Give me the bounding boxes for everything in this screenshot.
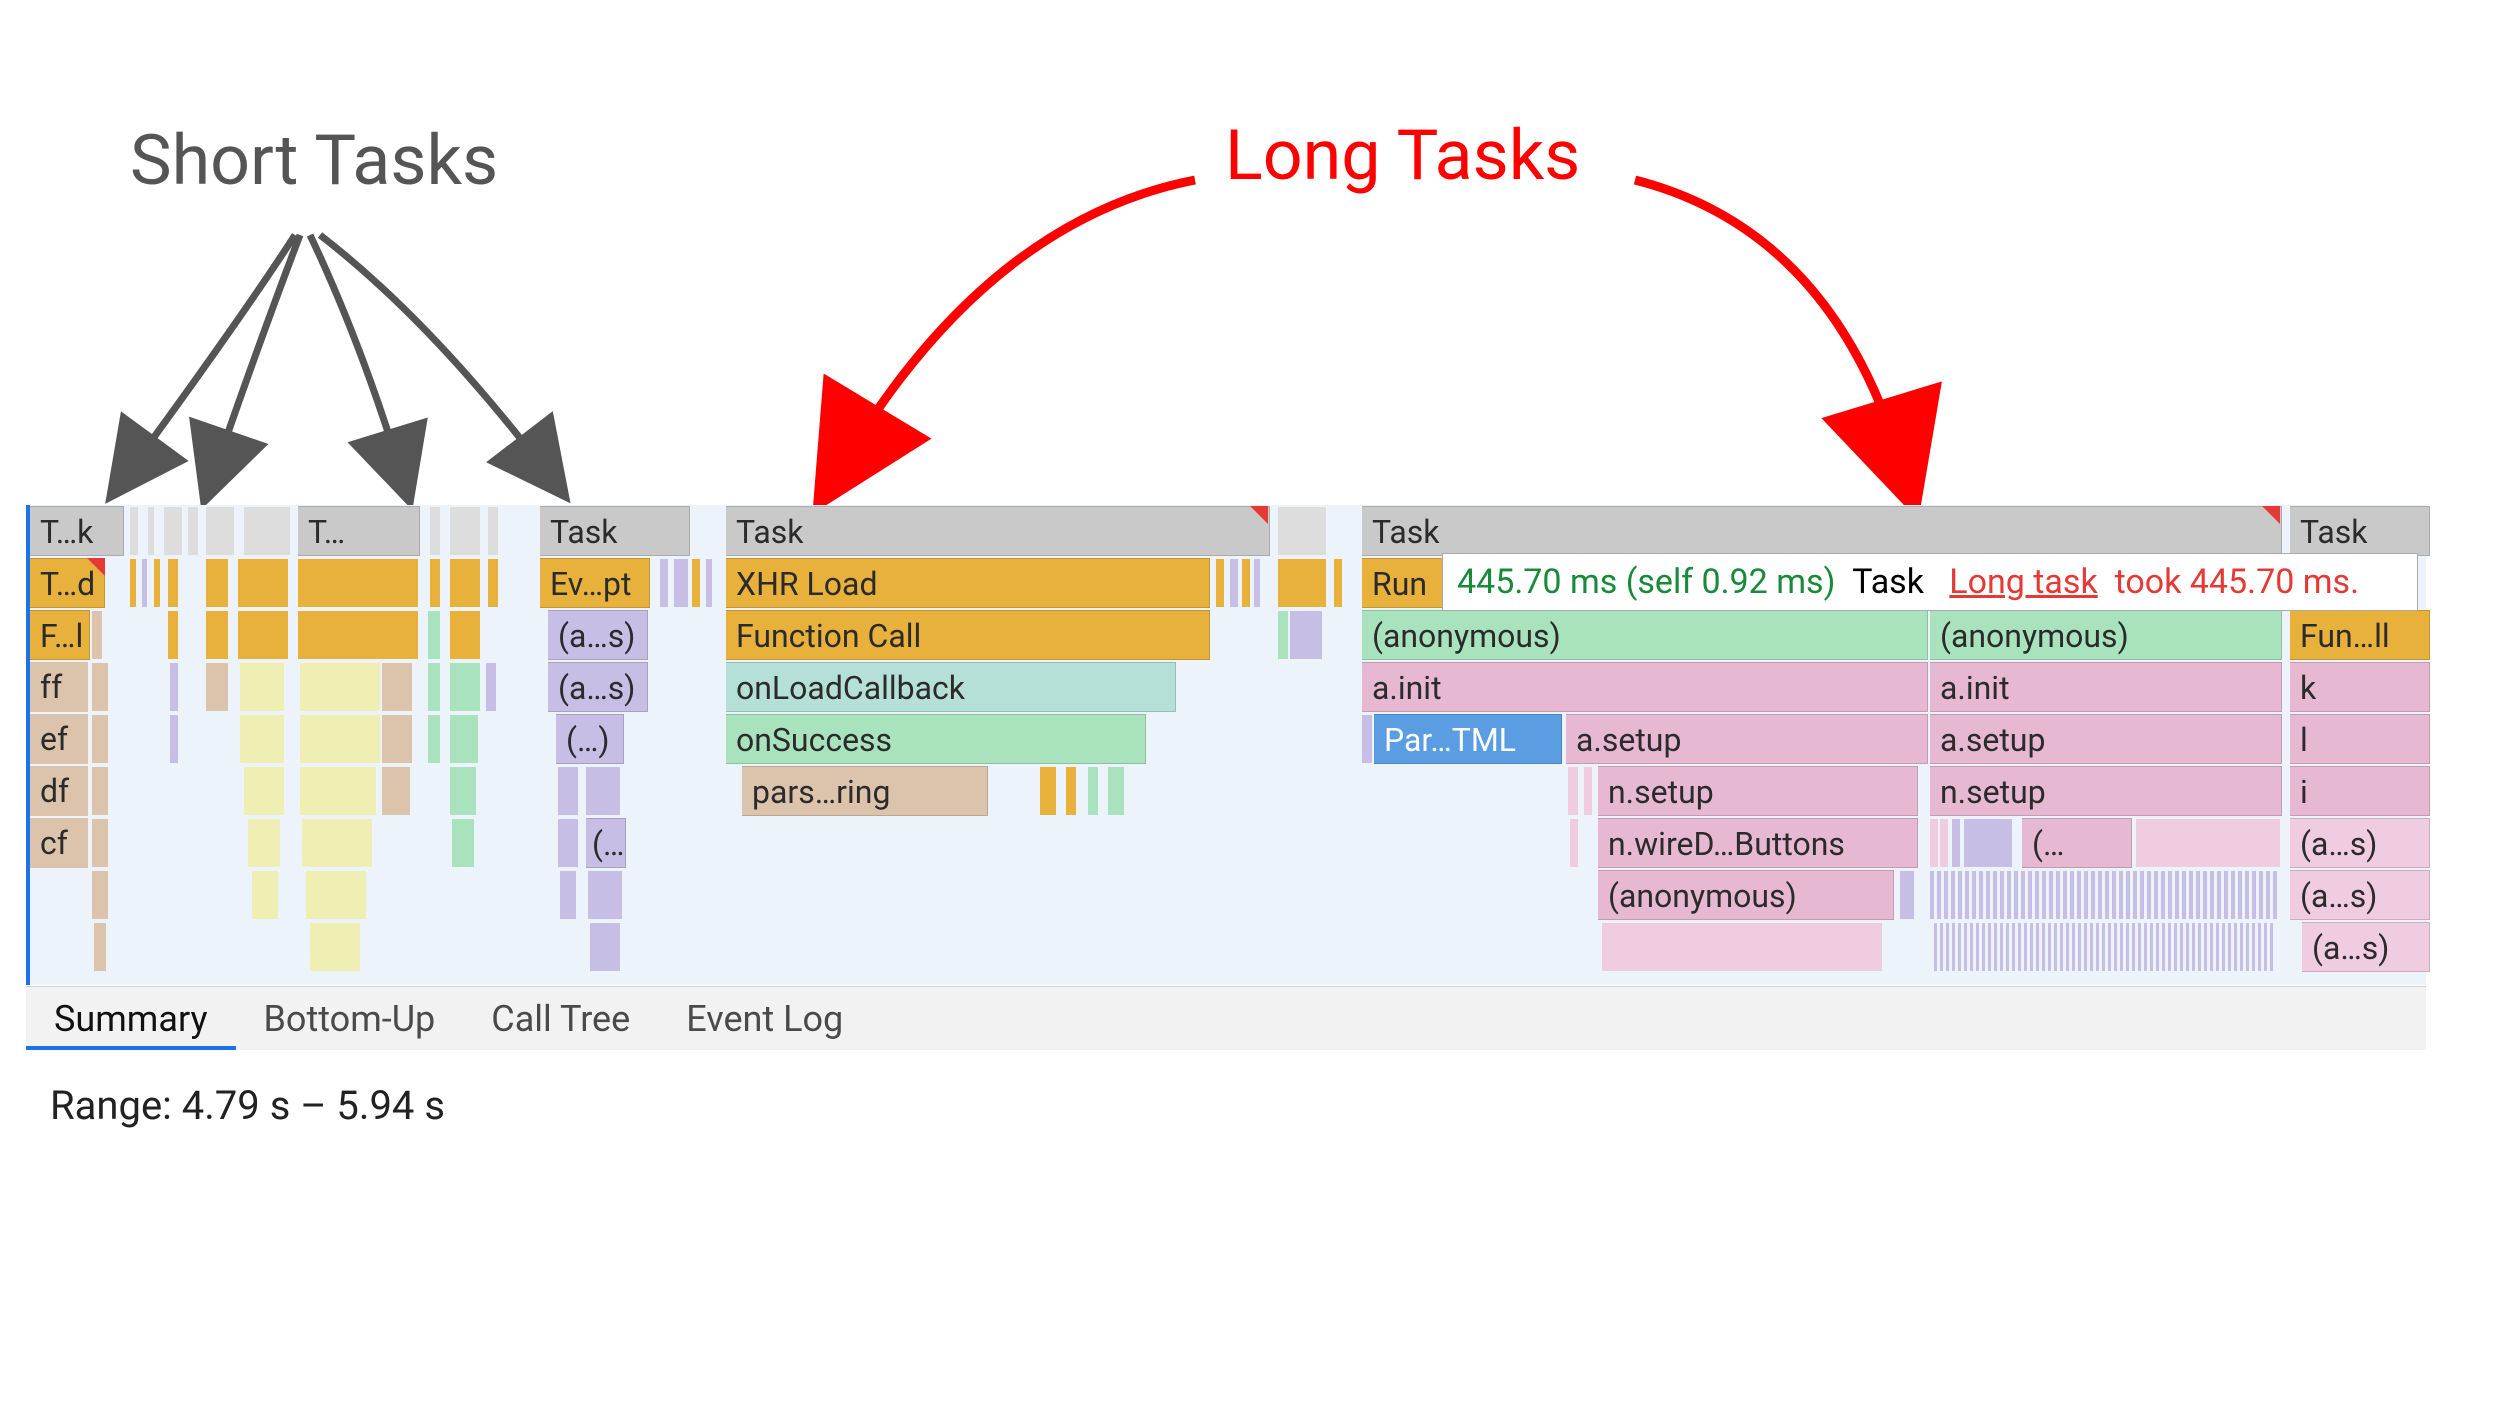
tab-bottomup[interactable]: Bottom-Up	[236, 988, 464, 1050]
task-block[interactable]: Task	[2290, 506, 2430, 556]
frame-block[interactable]: (a…s)	[2290, 818, 2430, 868]
frame-block[interactable]: (a…s)	[2302, 922, 2430, 972]
frame-block[interactable]: (a…s)	[2290, 870, 2430, 920]
tooltip-longtask-link[interactable]: Long task	[1949, 562, 2097, 602]
frame-block[interactable]: i	[2290, 766, 2430, 816]
tooltip-label: Task	[1852, 562, 1924, 602]
frame-block[interactable]: k	[2290, 662, 2430, 712]
tooltip-timing: 445.70 ms (self 0.92 ms)	[1457, 562, 1835, 602]
details-tabs: Summary Bottom-Up Call Tree Event Log	[26, 986, 2426, 1050]
task-tooltip: 445.70 ms (self 0.92 ms) Task Long task …	[1442, 553, 2418, 611]
annotation-long-tasks: Long Tasks	[1225, 115, 1580, 197]
tab-eventlog[interactable]: Event Log	[658, 988, 871, 1050]
annotation-short-tasks: Short Tasks	[130, 120, 498, 202]
frame-block[interactable]: Fun…ll	[2290, 610, 2430, 660]
range-text: Range: 4.79 s – 5.94 s	[50, 1082, 445, 1129]
frame-block[interactable]: Run	[1362, 558, 1447, 608]
tooltip-tail	[2106, 562, 2114, 602]
tab-summary[interactable]: Summary	[26, 988, 236, 1050]
tooltip-tail-text: took 445.70 ms.	[2115, 562, 2360, 602]
frame-block[interactable]: l	[2290, 714, 2430, 764]
tab-calltree[interactable]: Call Tree	[463, 988, 658, 1050]
annotation-arrows	[0, 0, 2500, 520]
